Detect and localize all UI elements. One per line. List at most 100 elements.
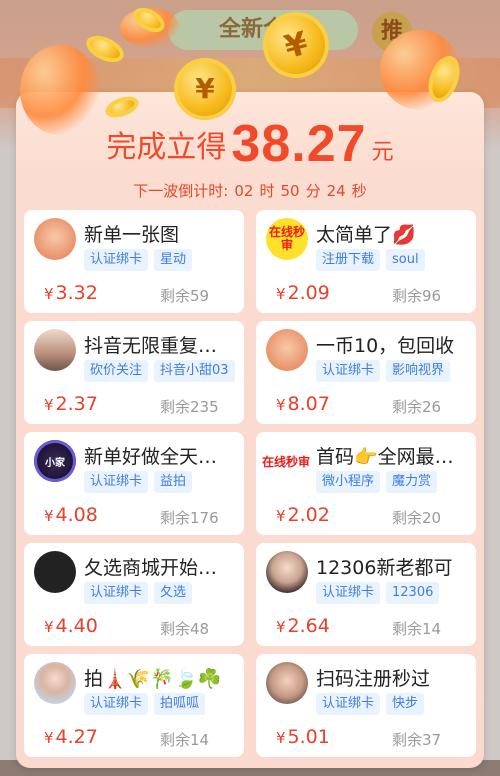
task-title: 新单一张图 [84, 224, 180, 246]
task-price-value: 4.08 [55, 504, 98, 526]
yen-symbol: ¥ [276, 507, 286, 525]
task-remaining: 剩余14 [392, 620, 442, 638]
task-avatar [266, 329, 308, 371]
task-price-value: 5.01 [287, 726, 330, 748]
task-avatar [34, 551, 76, 593]
task-price: ¥5.01 [276, 726, 330, 748]
task-tags: 认证绑卡 益拍 [84, 471, 193, 493]
countdown-minutes-unit: 分 [305, 182, 321, 200]
yen-symbol: ¥ [44, 507, 54, 525]
countdown-hours: 02 [234, 182, 254, 200]
task-title: 夂选商城开始… [84, 557, 218, 579]
task-card[interactable]: 夂选商城开始… 认证绑卡 夂选 ¥4.40 剩余48 [24, 543, 244, 646]
task-card[interactable]: 一币10，包回收 认证绑卡 影响视界 ¥8.07 剩余26 [256, 321, 476, 424]
task-price-value: 3.32 [55, 282, 98, 304]
yen-symbol: ¥ [44, 618, 54, 636]
task-price-value: 2.02 [287, 504, 330, 526]
task-avatar [34, 329, 76, 371]
yen-symbol: ¥ [44, 285, 54, 303]
flame-decoration [20, 45, 100, 135]
task-tags: 微小程序 魔力赏 [316, 471, 438, 493]
task-tag: 快步 [386, 693, 425, 715]
task-card[interactable]: 拍🗼🌾🎋🍃☘️ 认证绑卡 拍呱呱 ¥4.27 剩余14 [24, 654, 244, 757]
reward-popup: 完成立得 38.27 元 下一波倒计时: 02 时 50 分 24 秒 新单一张图 认证绑卡星… [16, 92, 484, 768]
coin-icon: ¥ [174, 58, 236, 120]
countdown-timer: 下一波倒计时: 02 时 50 分 24 秒 [16, 180, 484, 201]
task-title: 12306新老都可 [316, 557, 453, 579]
task-tag: 注册下载 [316, 249, 381, 271]
task-avatar: 在线秒审 [266, 218, 308, 260]
task-tag: 认证绑卡 [84, 249, 149, 271]
yen-symbol: ¥ [276, 285, 286, 303]
task-price: ¥8.07 [276, 393, 330, 415]
task-title: 扫码注册秒过 [316, 668, 431, 690]
reward-unit: 元 [371, 140, 394, 165]
task-avatar: 小家 [34, 440, 76, 482]
task-card[interactable]: 新单一张图认证绑卡 星动 ¥3.32 剩余59 [24, 210, 244, 313]
task-price-value: 4.27 [55, 726, 98, 748]
task-tag: 影响视界 [386, 360, 451, 382]
task-tag: 微小程序 [316, 471, 381, 493]
task-card[interactable]: 12306新老都可 认证绑卡 12306 ¥2.64 剩余14 [256, 543, 476, 646]
task-remaining: 剩余20 [392, 509, 442, 527]
task-card[interactable]: 扫码注册秒过 认证绑卡 快步 ¥5.01 剩余37 [256, 654, 476, 757]
task-tag: 12306 [386, 582, 440, 604]
yen-symbol: ¥ [44, 396, 54, 414]
task-title: 新单好做全天… [84, 446, 218, 468]
yen-symbol: ¥ [276, 618, 286, 636]
task-title: 首码👉全网最… [316, 446, 454, 468]
task-tag: 认证绑卡 [316, 360, 381, 382]
task-remaining: 剩余14 [160, 731, 210, 749]
task-tags: 认证绑卡 夂选 [84, 582, 193, 604]
task-tag: soul [386, 249, 425, 271]
countdown-minutes: 50 [280, 182, 300, 200]
reward-amount: 38.27 [231, 115, 367, 173]
task-price: ¥2.37 [44, 393, 98, 415]
task-price: ¥2.02 [276, 504, 330, 526]
task-tags: 认证绑卡 星动 [84, 249, 193, 271]
task-avatar [266, 551, 308, 593]
task-title: 抖音无限重复… [84, 335, 218, 357]
task-card[interactable]: 在线秒审 太简单了💋 注册下载 soul ¥2.09 剩余96 [256, 210, 476, 313]
task-tags: 认证绑卡 12306 [316, 582, 440, 604]
task-title: 拍🗼🌾🎋🍃☘️ [84, 668, 222, 690]
task-price-value: 8.07 [287, 393, 330, 415]
task-tag: 认证绑卡 [84, 471, 149, 493]
task-remaining: 剩余96 [392, 287, 442, 305]
task-remaining: 剩余176 [160, 509, 219, 527]
task-tag: 砍价关注 [84, 360, 149, 382]
task-tag: 认证绑卡 [316, 582, 381, 604]
countdown-seconds: 24 [326, 182, 346, 200]
task-tag: 认证绑卡 [84, 693, 149, 715]
task-price: ¥2.64 [276, 615, 330, 637]
task-tag: 抖音小甜03 [154, 360, 235, 382]
task-tag: 拍呱呱 [154, 693, 206, 715]
yen-symbol: ¥ [44, 729, 54, 747]
task-price: ¥3.32 [44, 282, 98, 304]
task-price-value: 2.09 [287, 282, 330, 304]
task-price: ¥2.09 [276, 282, 330, 304]
task-tags: 注册下载 soul [316, 249, 425, 271]
task-price-value: 4.40 [55, 615, 98, 637]
task-remaining: 剩余235 [160, 398, 219, 416]
task-tags: 砍价关注 抖音小甜03 [84, 360, 235, 382]
task-avatar [34, 218, 76, 260]
task-remaining: 剩余48 [160, 620, 210, 638]
countdown-seconds-unit: 秒 [351, 182, 367, 200]
task-price: ¥4.08 [44, 504, 98, 526]
task-card[interactable]: 抖音无限重复… 砍价关注 抖音小甜03 ¥2.37 剩余235 [24, 321, 244, 424]
task-tag: 星动 [154, 249, 193, 271]
task-tags: 认证绑卡 影响视界 [316, 360, 451, 382]
yen-symbol: ¥ [276, 729, 286, 747]
yen-symbol: ¥ [276, 396, 286, 414]
task-avatar [266, 662, 308, 704]
task-price-value: 2.37 [55, 393, 98, 415]
task-tags: 认证绑卡 拍呱呱 [84, 693, 206, 715]
task-card[interactable]: 在线秒审 首码👉全网最… 微小程序 魔力赏 ¥2.02 剩余20 [256, 432, 476, 535]
task-tag: 认证绑卡 [84, 582, 149, 604]
task-card[interactable]: 小家 新单好做全天… 认证绑卡 益拍 ¥4.08 剩余176 [24, 432, 244, 535]
task-title: 一币10，包回收 [316, 335, 455, 357]
task-tag: 认证绑卡 [316, 693, 381, 715]
task-remaining: 剩余59 [160, 287, 210, 305]
reward-prefix: 完成立得 [106, 130, 227, 165]
